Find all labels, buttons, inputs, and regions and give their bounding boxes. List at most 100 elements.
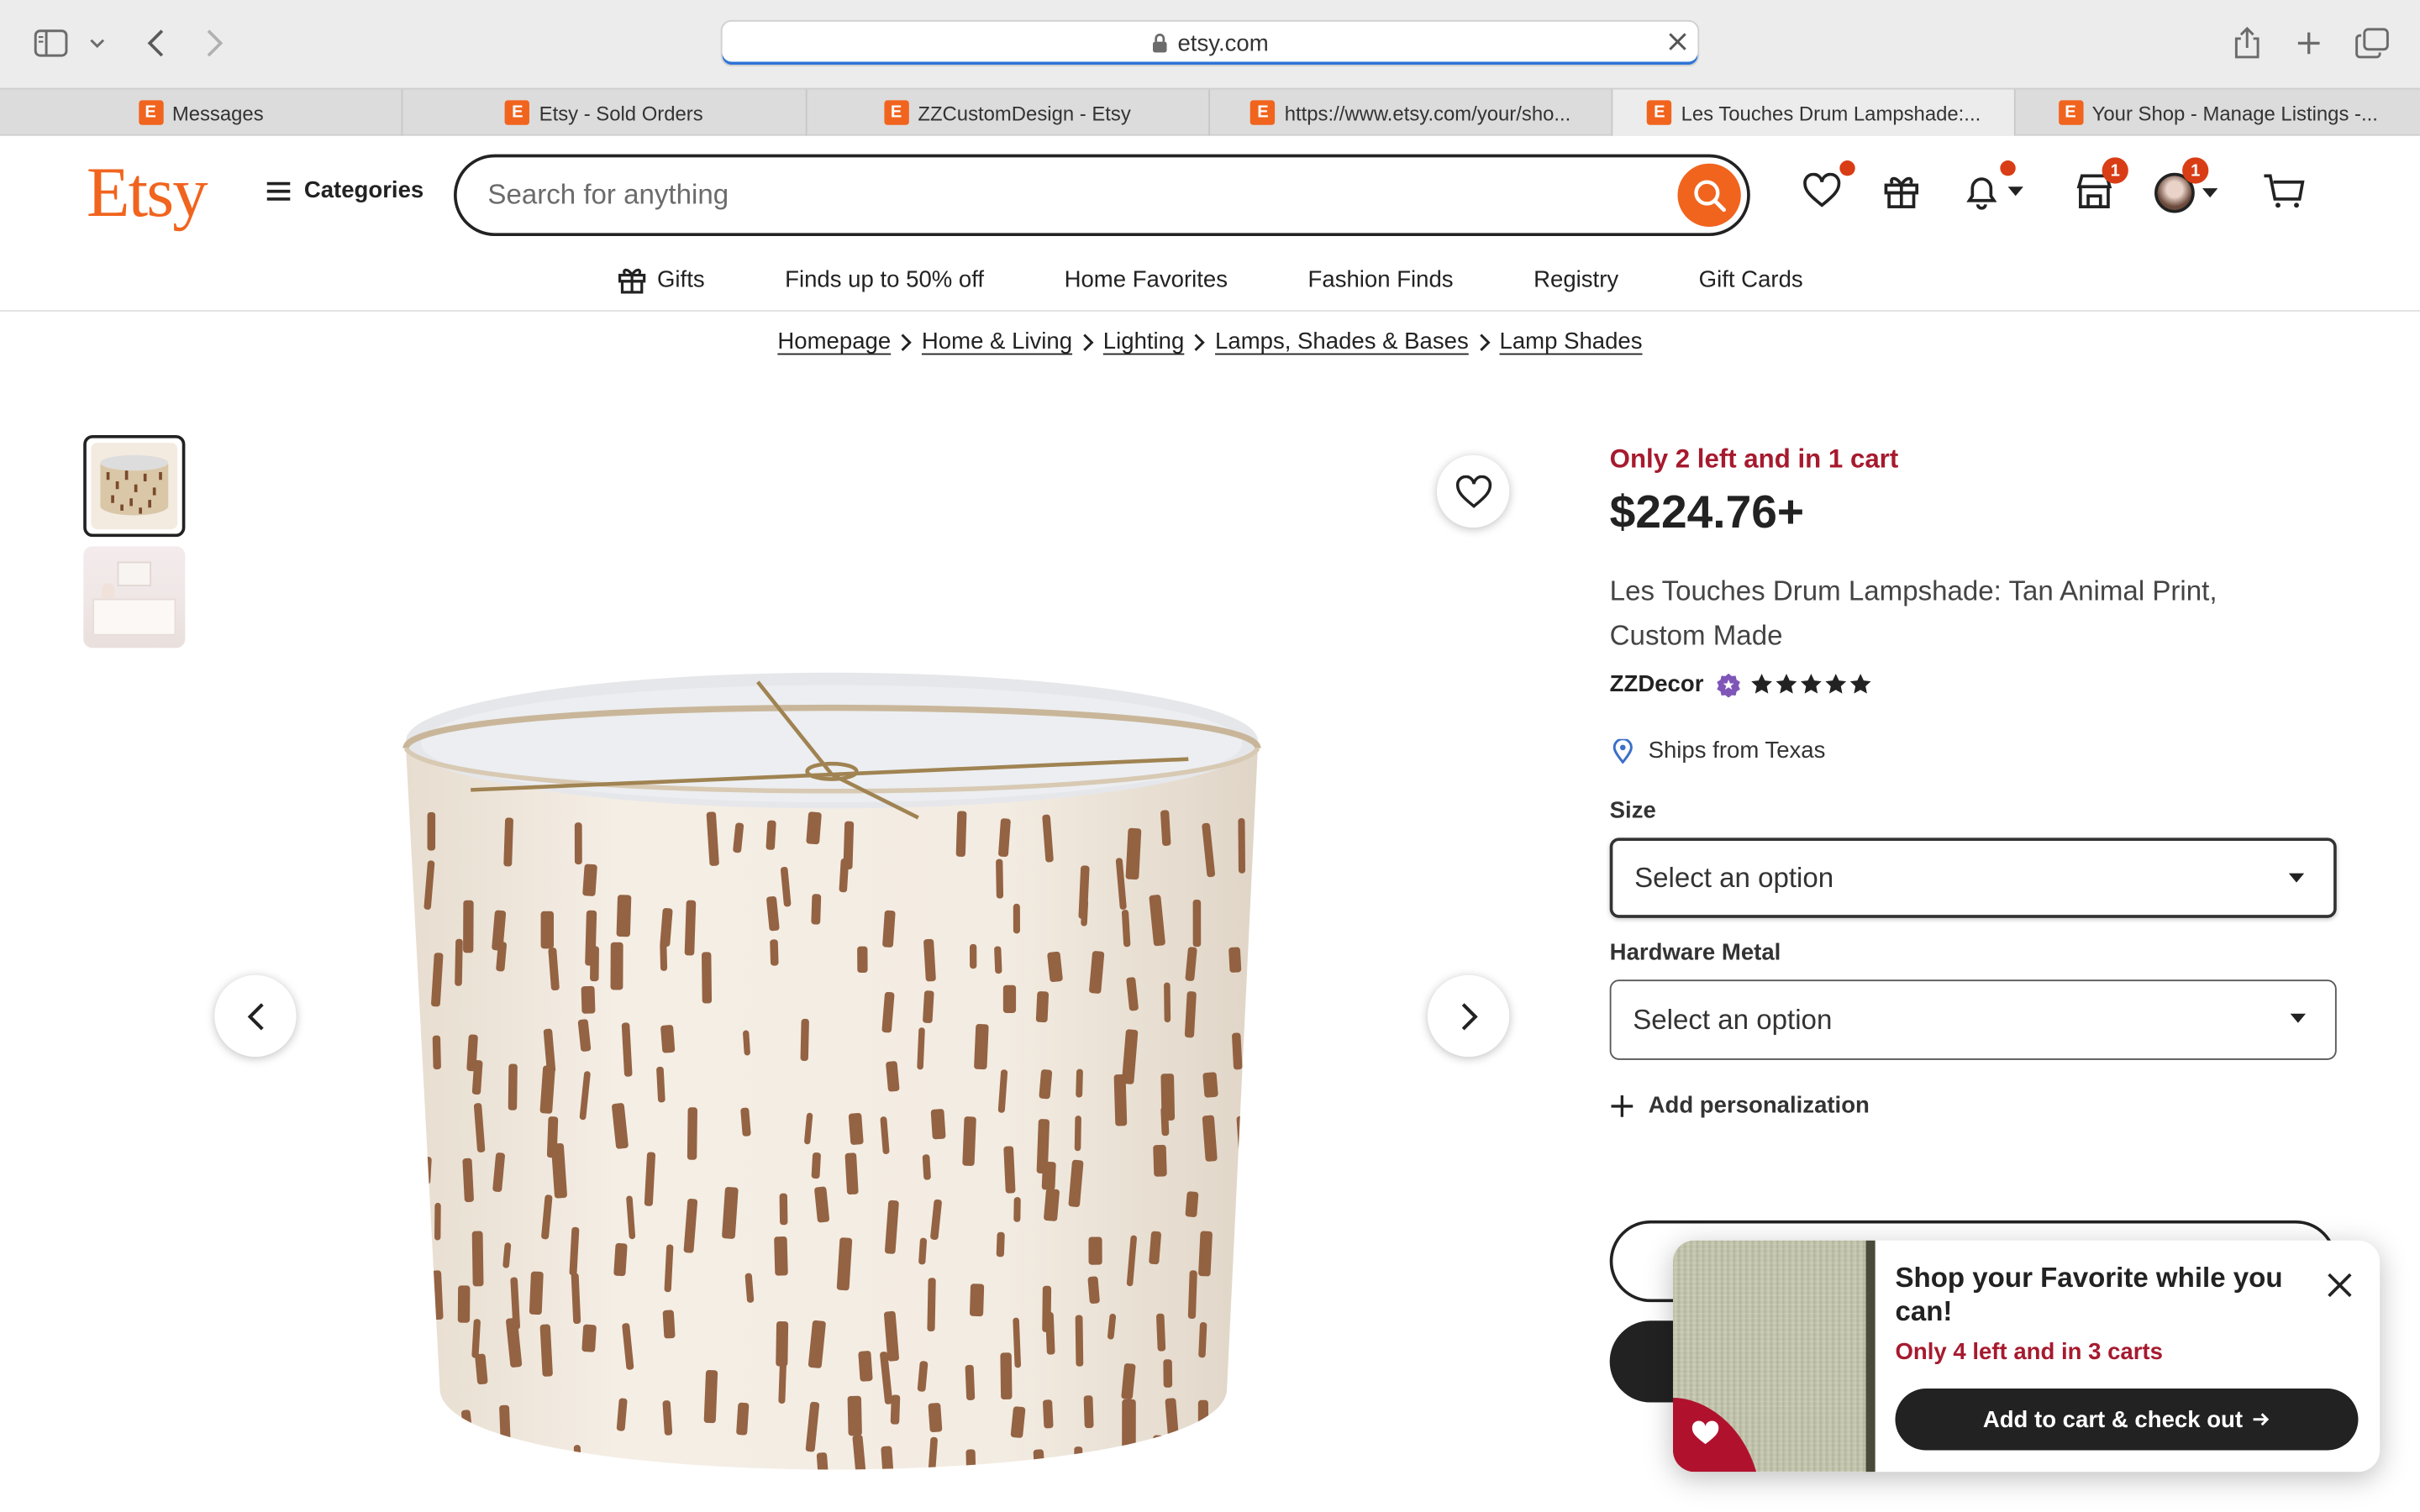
nav-gifts[interactable]: Gifts — [576, 265, 744, 294]
print-stroke — [974, 1023, 989, 1070]
forward-icon[interactable] — [197, 22, 231, 65]
hardware-metal-select[interactable]: Select an option — [1609, 979, 2337, 1060]
print-stroke — [540, 911, 555, 949]
tab-zzcustomdesign[interactable]: E ZZCustomDesign - Etsy — [807, 89, 1210, 136]
print-stroke — [770, 939, 779, 966]
print-stroke — [1197, 1399, 1209, 1433]
tab-your-shop-url[interactable]: Ehttps://www.etsy.com/your/sho... — [1210, 89, 1613, 136]
print-stroke — [499, 1404, 512, 1457]
print-stroke — [432, 1035, 441, 1070]
thumbnail-2[interactable] — [83, 546, 186, 648]
etsy-favicon-icon: E — [138, 100, 163, 125]
popup-add-to-cart-checkout-button[interactable]: Add to cart & check out — [1895, 1389, 2359, 1451]
star-icon — [1776, 674, 1797, 694]
heart-icon — [1455, 474, 1491, 507]
print-stroke — [1045, 1312, 1055, 1355]
thumbnail-image — [91, 443, 178, 529]
address-bar[interactable]: etsy.com — [720, 19, 1700, 66]
search-button[interactable] — [1677, 163, 1741, 227]
breadcrumb-lamps-shades-bases[interactable]: Lamps, Shades & Bases — [1215, 328, 1469, 354]
popup-favorite-badge — [1672, 1389, 1757, 1473]
tab-label: ZZCustomDesign - Etsy — [918, 101, 1131, 124]
sidebar-icon[interactable] — [31, 22, 71, 65]
shop-name-link[interactable]: ZZDecor — [1610, 671, 1704, 697]
next-image-button[interactable] — [1427, 974, 1510, 1058]
chevron-right-icon — [1081, 333, 1094, 351]
share-icon[interactable] — [2228, 22, 2265, 65]
print-stroke — [996, 858, 1004, 899]
nav-home-favorites[interactable]: Home Favorites — [1024, 266, 1268, 292]
print-stroke — [574, 822, 582, 865]
print-stroke — [1113, 1074, 1128, 1126]
print-stroke — [1228, 947, 1242, 973]
print-stroke — [702, 952, 713, 1004]
print-stroke — [613, 1242, 628, 1277]
print-stroke — [590, 946, 599, 982]
print-stroke — [581, 1324, 597, 1352]
print-stroke — [774, 1236, 788, 1276]
breadcrumb-homepage[interactable]: Homepage — [777, 328, 891, 354]
search-input[interactable] — [487, 179, 1599, 212]
product-title: Les Touches Drum Lampshade: Tan Animal P… — [1609, 575, 2217, 652]
print-stroke — [811, 1152, 821, 1179]
popup-close-button[interactable] — [2320, 1265, 2360, 1305]
print-stroke — [616, 895, 632, 937]
size-select[interactable]: Select an option — [1609, 837, 2337, 918]
etsy-logo[interactable]: Etsy — [87, 151, 208, 233]
favorites-button[interactable] — [1802, 160, 1855, 208]
star-icon — [1750, 674, 1772, 694]
popup-button-label: Add to cart & check out — [1982, 1406, 2244, 1433]
shop-manager-button[interactable]: 1 — [2075, 157, 2128, 210]
nav-finds-50-off[interactable]: Finds up to 50% off — [744, 266, 1023, 292]
nav-gift-cards[interactable]: Gift Cards — [1659, 266, 1844, 292]
tab-messages[interactable]: E Messages — [0, 89, 403, 136]
breadcrumb-lamp-shades[interactable]: Lamp Shades — [1499, 328, 1642, 354]
clear-url-icon[interactable] — [1667, 31, 1689, 59]
print-stroke — [508, 1063, 518, 1110]
print-stroke — [1153, 1144, 1167, 1177]
chevron-right-icon — [1460, 1002, 1477, 1030]
account-button[interactable]: 1 — [2154, 157, 2219, 213]
etsy-favicon-icon: E — [1250, 100, 1276, 125]
gift-icon — [1884, 176, 1919, 208]
map-pin-icon — [1612, 738, 1633, 764]
favorite-button[interactable] — [1436, 454, 1510, 528]
new-tab-icon[interactable] — [2291, 22, 2328, 65]
tab-lampshade-listing[interactable]: E Les Touches Drum Lampshade:... — [1612, 89, 2017, 136]
tab-bar: E Messages E Etsy - Sold Orders E ZZCustomD… — [0, 87, 2420, 136]
print-stroke — [1185, 1191, 1199, 1217]
ships-from-text: Ships from Texas — [1648, 737, 1826, 764]
etsy-favicon-icon: E — [505, 100, 530, 125]
notifications-button[interactable] — [1963, 160, 2024, 210]
nav-registry[interactable]: Registry — [1493, 266, 1659, 292]
print-stroke — [1076, 1068, 1083, 1098]
rating-stars[interactable] — [1750, 673, 1872, 696]
add-personalization-button[interactable]: Add personalization — [1610, 1092, 1870, 1119]
tab-manage-listings[interactable]: E Your Shop - Manage Listings -... — [2017, 90, 2420, 136]
print-stroke — [581, 985, 596, 1014]
gift-mode-button[interactable] — [1883, 173, 1920, 210]
print-stroke — [610, 942, 623, 990]
breadcrumb-lighting[interactable]: Lighting — [1103, 328, 1185, 354]
site-header: Etsy Categories 1 — [0, 136, 2420, 312]
previous-image-button[interactable] — [214, 974, 297, 1058]
cart-button[interactable] — [2263, 173, 2306, 210]
cart-icon — [2264, 174, 2305, 208]
caret-down-icon — [2288, 873, 2305, 883]
etsy-favicon-icon: E — [1647, 100, 1672, 125]
popup-title: Shop your Favorite while you can! — [1895, 1262, 2283, 1327]
back-icon[interactable] — [139, 22, 172, 65]
print-stroke — [1156, 1313, 1166, 1352]
tabs-overview-icon[interactable] — [2352, 22, 2392, 65]
print-stroke — [930, 1109, 946, 1140]
stock-notice: Only 2 left and in 1 cart — [1609, 444, 1899, 474]
chevron-down-icon[interactable] — [87, 22, 108, 65]
account-badge: 1 — [2182, 157, 2209, 184]
tab-sold-orders[interactable]: E Etsy - Sold Orders — [403, 89, 807, 136]
breadcrumb-home-living[interactable]: Home & Living — [922, 328, 1072, 354]
product-image[interactable] — [393, 664, 1273, 1481]
categories-button[interactable]: Categories — [266, 177, 424, 203]
nav-fashion-finds[interactable]: Fashion Finds — [1268, 266, 1494, 292]
print-stroke — [415, 1318, 427, 1362]
thumbnail-1[interactable] — [83, 434, 186, 538]
